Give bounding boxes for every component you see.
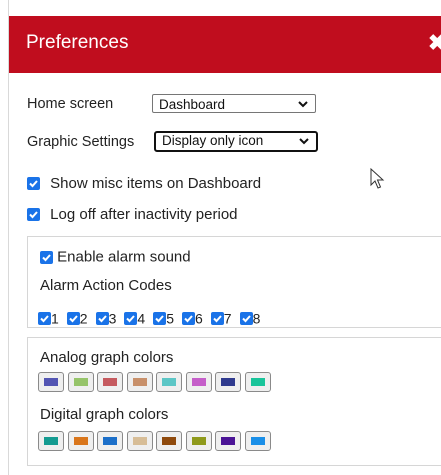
log-off-checkbox[interactable] [27, 207, 40, 221]
check-icon [29, 179, 38, 187]
analog-color-swatch[interactable] [215, 372, 241, 392]
analog-color-fill [221, 378, 235, 386]
analog-color-swatch[interactable] [97, 372, 123, 392]
enable-alarm-label: Enable alarm sound [57, 248, 191, 266]
digital-color-fill [191, 437, 206, 445]
alarm-code-6[interactable]: 6 [181, 309, 203, 327]
chevron-down-icon [298, 101, 308, 108]
alarm-code-checkbox[interactable] [153, 311, 167, 325]
close-icon[interactable]: ✖ [428, 29, 441, 57]
show-misc-checkbox[interactable] [27, 176, 40, 190]
digital-color-swatch[interactable] [97, 431, 123, 451]
digital-color-fill [132, 437, 147, 445]
alarm-code-label: 5 [166, 310, 174, 327]
alarm-section: Enable alarm sound Alarm Action Codes 1 2… [27, 236, 441, 328]
analog-color-swatch[interactable] [185, 372, 212, 392]
digital-color-swatch[interactable] [38, 431, 64, 451]
alarm-code-3[interactable]: 3 [95, 309, 117, 327]
analog-color-swatch[interactable] [38, 372, 64, 392]
digital-color-swatch[interactable] [126, 431, 153, 451]
graphic-settings-value: Display only icon [162, 133, 264, 148]
alarm-code-checkbox[interactable] [210, 311, 224, 325]
alarm-action-codes-label: Alarm Action Codes [40, 277, 172, 294]
check-icon [126, 315, 136, 323]
alarm-code-2[interactable]: 2 [66, 309, 88, 327]
alarm-code-4[interactable]: 4 [124, 309, 145, 326]
analog-swatches [38, 372, 274, 397]
check-icon [69, 315, 78, 323]
check-icon [29, 210, 38, 218]
enable-alarm-checkbox[interactable] [40, 250, 53, 264]
alarm-code-8[interactable]: 8 [239, 309, 261, 327]
alarm-code-checkbox[interactable] [124, 311, 138, 325]
analog-color-fill [191, 378, 206, 386]
home-screen-value: Dashboard [159, 97, 226, 112]
digital-colors-label: Digital graph colors [40, 406, 169, 423]
check-icon [42, 253, 51, 261]
chevron-down-icon [299, 138, 309, 145]
digital-color-swatch[interactable] [185, 431, 212, 451]
mouse-pointer-icon [370, 168, 385, 189]
analog-color-fill [250, 378, 265, 386]
analog-color-fill [103, 378, 117, 386]
alarm-code-label: 1 [51, 310, 59, 327]
alarm-code-label: 3 [108, 310, 117, 327]
preferences-dialog: Preferences ✖ Home screen Dashboard Grap… [8, 0, 441, 475]
alarm-code-1[interactable]: 1 [38, 309, 59, 326]
alarm-code-checkbox[interactable] [66, 311, 80, 325]
log-off-label: Log off after inactivity period [50, 205, 238, 223]
check-icon [241, 315, 251, 323]
digital-color-fill [221, 437, 235, 445]
enable-alarm-option[interactable]: Enable alarm sound [40, 248, 191, 266]
graph-colors-section: Analog graph colors Digital graph colors [27, 337, 441, 466]
show-misc-option[interactable]: Show misc items on Dashboard [27, 174, 261, 192]
analog-colors-label: Analog graph colors [40, 349, 174, 366]
analog-color-fill [132, 378, 147, 386]
analog-color-swatch[interactable] [67, 372, 94, 392]
alarm-code-label: 4 [137, 310, 146, 327]
alarm-code-checkbox[interactable] [181, 311, 195, 325]
show-misc-label: Show misc items on Dashboard [50, 174, 262, 192]
digital-color-fill [44, 437, 58, 445]
analog-color-swatch[interactable] [156, 372, 182, 392]
alarm-code-label: 8 [252, 310, 261, 327]
graphic-settings-select[interactable]: Display only icon [154, 131, 318, 152]
alarm-code-label: 2 [79, 310, 88, 327]
digital-swatches [38, 431, 274, 456]
check-icon [40, 315, 49, 323]
dialog-title: Preferences [26, 32, 129, 53]
alarm-code-label: 7 [223, 310, 232, 327]
analog-color-fill [73, 378, 88, 386]
analog-color-swatch[interactable] [126, 372, 153, 392]
alarm-code-checkbox[interactable] [95, 311, 109, 325]
digital-color-fill [250, 437, 265, 445]
alarm-code-7[interactable]: 7 [210, 309, 232, 327]
alarm-code-checkbox[interactable] [239, 311, 253, 325]
digital-color-fill [103, 437, 117, 445]
check-icon [97, 315, 107, 323]
check-icon [184, 315, 193, 323]
digital-color-fill [162, 437, 176, 445]
check-icon [155, 315, 164, 323]
alarm-code-5[interactable]: 5 [153, 309, 174, 326]
log-off-option[interactable]: Log off after inactivity period [27, 205, 238, 223]
digital-color-swatch[interactable] [156, 431, 182, 451]
alarm-codes: 1 2 3 4 5 6 7 8 [38, 309, 268, 326]
digital-color-swatch[interactable] [244, 431, 271, 451]
analog-color-fill [162, 378, 176, 386]
check-icon [213, 315, 222, 323]
alarm-code-checkbox[interactable] [38, 311, 51, 325]
dialog-header: Preferences ✖ [9, 16, 441, 73]
digital-color-fill [73, 437, 88, 445]
graphic-settings-label: Graphic Settings [27, 134, 135, 150]
home-screen-label: Home screen [27, 96, 114, 112]
digital-color-swatch[interactable] [67, 431, 94, 451]
digital-color-swatch[interactable] [215, 431, 241, 451]
alarm-code-label: 6 [194, 310, 203, 327]
analog-color-swatch[interactable] [244, 372, 271, 392]
analog-color-fill [44, 378, 58, 386]
home-screen-select[interactable]: Dashboard [152, 94, 316, 113]
